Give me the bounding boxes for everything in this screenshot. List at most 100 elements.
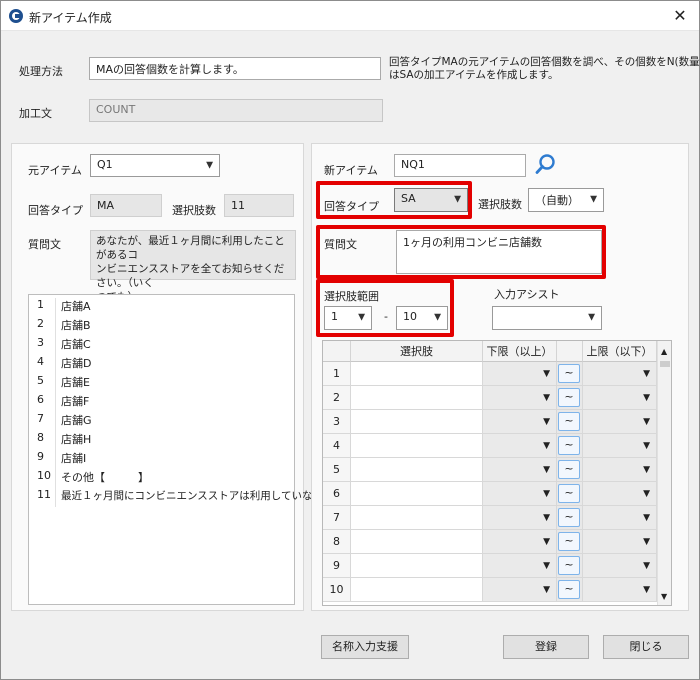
grid-header-tilde bbox=[557, 341, 583, 362]
divider bbox=[55, 336, 56, 355]
grid-upper-select[interactable]: ▼ bbox=[583, 482, 657, 506]
grid-row-number: 2 bbox=[323, 386, 351, 410]
choice-count-select[interactable]: （自動） ▼ bbox=[528, 188, 604, 212]
new-item-dialog: 新アイテム作成 ✕ 処理方法 MAの回答個数を計算します。 回答タイプMAの元ア… bbox=[0, 0, 700, 680]
tilde-label: ~ bbox=[558, 412, 580, 431]
grid-upper-select[interactable]: ▼ bbox=[583, 362, 657, 386]
grid-lower-select[interactable]: ▼ bbox=[483, 458, 557, 482]
close-icon[interactable]: ✕ bbox=[669, 6, 691, 26]
grid-tilde-cell: ~ bbox=[557, 434, 583, 458]
new-item-field[interactable]: NQ1 bbox=[394, 154, 526, 177]
grid-choice-cell[interactable] bbox=[351, 578, 483, 602]
divider bbox=[55, 317, 56, 336]
scroll-thumb[interactable] bbox=[660, 361, 670, 367]
list-item: 4 店舗D bbox=[29, 355, 294, 374]
tilde-label: ~ bbox=[558, 364, 580, 383]
app-icon bbox=[9, 9, 23, 23]
grid-lower-select[interactable]: ▼ bbox=[483, 506, 557, 530]
grid-row-number: 5 bbox=[323, 458, 351, 482]
grid-upper-select[interactable]: ▼ bbox=[583, 386, 657, 410]
grid-lower-select[interactable]: ▼ bbox=[483, 434, 557, 458]
chevron-down-icon: ▼ bbox=[543, 441, 550, 451]
grid-choice-cell[interactable] bbox=[351, 386, 483, 410]
grid-lower-select[interactable]: ▼ bbox=[483, 530, 557, 554]
list-item-text: 店舗E bbox=[61, 376, 90, 389]
tilde-label: ~ bbox=[558, 580, 580, 599]
list-item-no: 1 bbox=[37, 298, 44, 311]
list-item: 11 最近１ヶ月間にコンビニエンスストアは利用していない bbox=[29, 488, 323, 507]
grid-header-choice: 選択肢 bbox=[351, 341, 483, 362]
formula-label: 加工文 bbox=[19, 107, 52, 120]
grid-tilde-cell: ~ bbox=[557, 506, 583, 530]
chevron-down-icon: ▼ bbox=[206, 160, 213, 170]
grid-lower-select[interactable]: ▼ bbox=[483, 578, 557, 602]
question-label: 質問文 bbox=[28, 238, 61, 251]
grid-lower-select[interactable]: ▼ bbox=[483, 482, 557, 506]
list-item-text: 店舗F bbox=[61, 395, 90, 408]
grid-upper-select[interactable]: ▼ bbox=[583, 434, 657, 458]
grid-upper-select[interactable]: ▼ bbox=[583, 530, 657, 554]
chevron-down-icon[interactable]: ▼ bbox=[661, 592, 667, 601]
divider bbox=[55, 393, 56, 412]
grid-lower-select[interactable]: ▼ bbox=[483, 362, 557, 386]
method-label: 処理方法 bbox=[19, 65, 63, 78]
grid-upper-select[interactable]: ▼ bbox=[583, 458, 657, 482]
close-button[interactable]: 閉じる bbox=[603, 635, 689, 659]
grid-choice-cell[interactable] bbox=[351, 458, 483, 482]
choice-count-value: （自動） bbox=[535, 194, 579, 207]
list-item-no: 3 bbox=[37, 336, 44, 349]
chevron-down-icon: ▼ bbox=[543, 561, 550, 571]
list-item: 5 店舗E bbox=[29, 374, 294, 393]
assist-select[interactable]: ▼ bbox=[492, 306, 602, 330]
list-item-text: 店舗I bbox=[61, 452, 87, 465]
register-button[interactable]: 登録 bbox=[503, 635, 589, 659]
tilde-label: ~ bbox=[558, 556, 580, 575]
divider bbox=[55, 450, 56, 469]
list-item-no: 7 bbox=[37, 412, 44, 425]
grid-upper-select[interactable]: ▼ bbox=[583, 410, 657, 434]
question-text: あなたが、最近１ヶ月間に利用したことがあるコ ンビニエンスストアを全てお知らせく… bbox=[90, 230, 296, 303]
grid-choice-cell[interactable] bbox=[351, 530, 483, 554]
choice-count-label: 選択肢数 bbox=[478, 198, 522, 211]
formula-field: COUNT bbox=[89, 99, 383, 122]
grid-row-number: 4 bbox=[323, 434, 351, 458]
grid-choice-cell[interactable] bbox=[351, 410, 483, 434]
grid-scrollbar[interactable]: ▲ ▼ bbox=[657, 341, 671, 605]
source-item-select[interactable]: Q1 ▼ bbox=[90, 154, 220, 177]
grid-upper-select[interactable]: ▼ bbox=[583, 506, 657, 530]
divider bbox=[55, 412, 56, 431]
search-icon[interactable] bbox=[534, 152, 558, 176]
list-item-text: 店舗A bbox=[61, 300, 91, 313]
grid-upper-select[interactable]: ▼ bbox=[583, 554, 657, 578]
new-item-label: 新アイテム bbox=[324, 164, 378, 177]
chevron-up-icon[interactable]: ▲ bbox=[661, 347, 667, 356]
grid-tilde-cell: ~ bbox=[557, 578, 583, 602]
grid-choice-cell[interactable] bbox=[351, 506, 483, 530]
list-item-text: 店舗D bbox=[61, 357, 92, 370]
grid-choice-cell[interactable] bbox=[351, 482, 483, 506]
grid-choice-cell[interactable] bbox=[351, 362, 483, 386]
chevron-down-icon: ▼ bbox=[643, 369, 650, 379]
highlight-question bbox=[316, 225, 606, 279]
grid-choice-cell[interactable] bbox=[351, 434, 483, 458]
grid-lower-select[interactable]: ▼ bbox=[483, 386, 557, 410]
grid-lower-select[interactable]: ▼ bbox=[483, 410, 557, 434]
grid-upper-select[interactable]: ▼ bbox=[583, 578, 657, 602]
grid-choice-cell[interactable] bbox=[351, 554, 483, 578]
divider bbox=[55, 355, 56, 374]
grid-tilde-cell: ~ bbox=[557, 362, 583, 386]
grid-row-number: 1 bbox=[323, 362, 351, 386]
choice-list[interactable]: 1 店舗A 2 店舗B 3 店舗C 4 店舗D 5 店舗E 6 店舗F 7 店舗G 8 店舗H … bbox=[28, 294, 323, 605]
choice-grid[interactable]: 選択肢 下限（以上） 上限（以下） 1 ▼ ~ ▼ 2 ▼ ~ ▼ 3 ▼ ~ ▼ 4 ▼ ~ ▼ 5 ▼ ~ ▼ 6 ▼… bbox=[322, 340, 672, 606]
list-item: 3 店舗C bbox=[29, 336, 294, 355]
grid-tilde-cell: ~ bbox=[557, 482, 583, 506]
grid-row-number: 3 bbox=[323, 410, 351, 434]
method-field[interactable]: MAの回答個数を計算します。 bbox=[89, 57, 381, 80]
name-assist-button[interactable]: 名称入力支援 bbox=[321, 635, 409, 659]
list-item: 7 店舗G bbox=[29, 412, 294, 431]
grid-header-upper: 上限（以下） bbox=[583, 341, 657, 362]
grid-lower-select[interactable]: ▼ bbox=[483, 554, 557, 578]
chevron-down-icon: ▼ bbox=[643, 417, 650, 427]
description-line: 回答タイプMAの元アイテムの回答個数を調べ、その個数をN(数量)また bbox=[389, 56, 700, 68]
divider bbox=[55, 488, 56, 507]
